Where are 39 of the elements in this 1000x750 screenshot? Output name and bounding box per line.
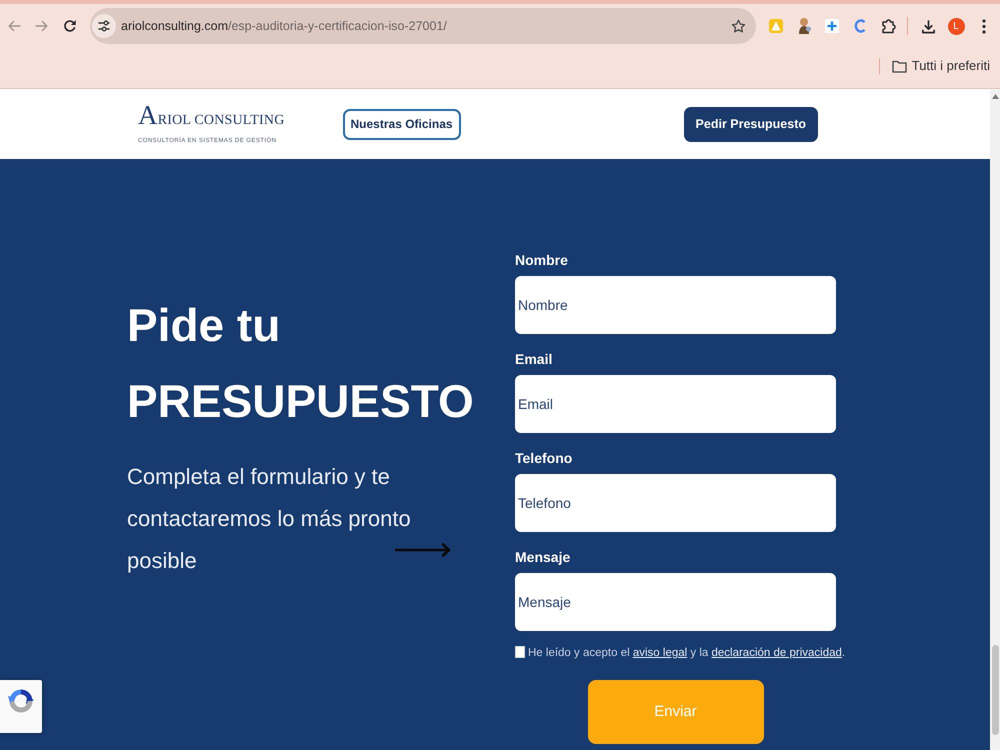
recaptcha-logo-icon — [7, 687, 35, 715]
menu-icon[interactable] — [982, 18, 986, 34]
url-text: ariolconsulting.com/esp-auditoria-y-certificacion-iso-27001/ — [121, 18, 447, 35]
cartoon-figure-extension-icon[interactable] — [796, 17, 812, 35]
field-label: Email — [515, 350, 554, 369]
consent-link[interactable]: aviso legal — [632, 647, 688, 659]
folder-icon — [892, 60, 907, 72]
scrollbar-track[interactable] — [990, 89, 1000, 750]
field-label: Nombre — [515, 251, 569, 270]
hero-subtitle: Completa el formulario y te contactaremos lo más pronto posible — [127, 463, 412, 575]
consent-checkbox[interactable] — [515, 646, 525, 658]
offices-button[interactable]: Nuestras Oficinas — [342, 108, 461, 140]
field-label: Mensaje — [515, 548, 572, 567]
text-input-field[interactable]: Email — [515, 375, 836, 433]
bookmarks-folder-button[interactable]: Tutti i preferiti — [892, 56, 990, 76]
scrollbar-thumb[interactable] — [992, 645, 998, 735]
plus-tile-extension-icon[interactable] — [824, 18, 840, 34]
hero-heading: Pide tu PRESUPUESTO — [127, 298, 475, 429]
text-input-field[interactable]: Nombre — [515, 276, 836, 334]
back-icon[interactable] — [7, 19, 21, 33]
arrow-icon — [395, 542, 451, 557]
scroll-up-icon[interactable] — [992, 94, 998, 99]
forward-icon[interactable] — [35, 19, 49, 33]
download-icon[interactable] — [920, 18, 936, 34]
text-input-field[interactable]: Telefono — [515, 474, 836, 532]
profile-avatar[interactable]: L — [948, 18, 964, 34]
puzzle-icon[interactable] — [880, 18, 896, 34]
bookmark-star-icon[interactable] — [731, 18, 746, 34]
logo-wordmark[interactable]: ARIOL CONSULTING — [138, 102, 285, 129]
c-shape-extension-icon[interactable] — [854, 19, 866, 33]
reload-icon[interactable] — [63, 19, 77, 33]
site-settings-icon[interactable] — [92, 14, 116, 38]
text-input-field[interactable]: Mensaje — [515, 573, 836, 631]
recaptcha-badge[interactable] — [0, 680, 42, 733]
consent-link[interactable]: declaración de privacidad — [711, 647, 842, 659]
consent-text: He leído y acepto el aviso legal y la declaración de privacidad. — [528, 646, 846, 661]
field-label: Telefono — [515, 449, 574, 468]
address-bar[interactable]: ariolconsulting.com/esp-auditoria-y-certificacion-iso-27001/ — [90, 8, 756, 44]
quote-request-button[interactable]: Pedir Presupuesto — [684, 106, 818, 142]
